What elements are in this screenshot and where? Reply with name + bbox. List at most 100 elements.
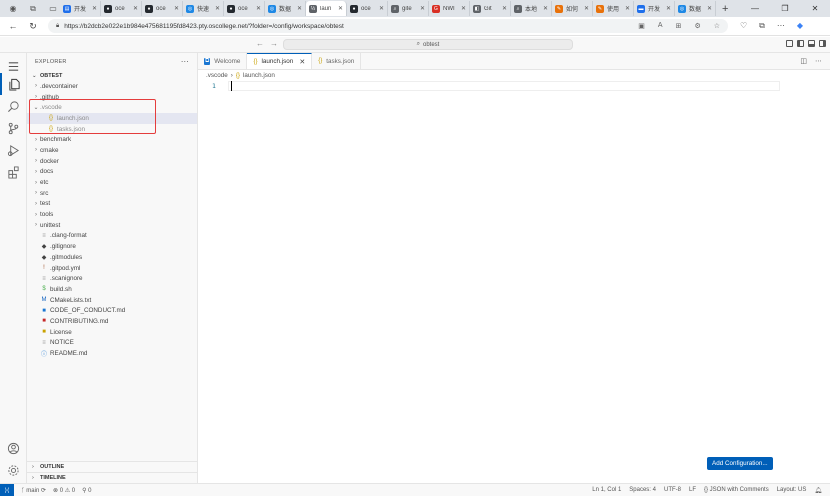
tree-item[interactable]: ■ CONTRIBUTING.md [27, 316, 197, 327]
accounts-icon[interactable] [0, 437, 27, 459]
tree-item[interactable]: › src [27, 188, 197, 199]
remote-icon[interactable]: ⟩⟨ [0, 483, 14, 496]
browser-tab[interactable]: ● oce ✕ [101, 1, 142, 16]
editor-area[interactable]: 1 [198, 80, 830, 483]
close-tab-icon[interactable]: ✕ [502, 5, 507, 12]
restore-icon[interactable]: ❐ [770, 0, 800, 17]
tree-item[interactable]: › docs [27, 167, 197, 178]
browser-essentials-icon[interactable]: ♡ [740, 21, 747, 31]
split-screen-icon[interactable]: ⊞ [676, 22, 682, 30]
tree-item[interactable]: ◆ .gitmodules [27, 252, 197, 263]
install-app-icon[interactable]: ▣ [638, 22, 645, 30]
ports-status[interactable]: ⚲ 0 [82, 487, 91, 494]
browser-tab[interactable]: ▬ 开发 ✕ [634, 1, 675, 16]
favorite-star-icon[interactable]: ☆ [714, 22, 720, 30]
tree-item[interactable]: ≡ NOTICE [27, 338, 197, 349]
close-tab-icon[interactable]: ✕ [133, 5, 138, 12]
tree-item[interactable]: › cmake [27, 145, 197, 156]
tree-item[interactable]: › .devcontainer [27, 81, 197, 92]
end-of-line[interactable]: LF [689, 487, 696, 494]
browser-tab[interactable]: ⌕ 本地 ✕ [511, 1, 552, 16]
read-aloud-icon[interactable]: A [658, 22, 663, 30]
extensions-view-icon[interactable] [0, 161, 27, 183]
tree-item[interactable]: › .github [27, 92, 197, 103]
problems-status[interactable]: ⊗ 0 ⚠ 0 [53, 487, 75, 494]
breadcrumb-folder[interactable]: .vscode [206, 72, 228, 79]
tree-item[interactable]: › test [27, 199, 197, 210]
browser-tab[interactable]: ● oce ✕ [224, 1, 265, 16]
tree-item[interactable]: $ build.sh [27, 284, 197, 295]
browser-tab[interactable]: ✎ 使用 ✕ [593, 1, 634, 16]
address-bar[interactable]: 🔒︎ https://b2dcb2e022e1b984e475681195fd8… [48, 19, 728, 33]
close-tab-icon[interactable]: ✕ [461, 5, 466, 12]
close-tab-icon[interactable]: ✕ [666, 5, 671, 12]
close-tab-icon[interactable]: ✕ [174, 5, 179, 12]
editor-tab[interactable]: {} launch.json ✕ [247, 53, 313, 69]
close-tab-icon[interactable]: ✕ [707, 5, 712, 12]
refresh-icon[interactable]: ↻ [26, 21, 40, 32]
explorer-icon[interactable] [0, 73, 27, 95]
editor-tab[interactable]: {} tasks.json [312, 53, 362, 69]
tree-item[interactable]: ⌄ .vscode [27, 102, 197, 113]
close-tab-icon[interactable]: ✕ [379, 5, 384, 12]
browser-tab[interactable]: ◧ Git ✕ [470, 1, 511, 16]
close-tab-icon[interactable]: ✕ [625, 5, 630, 12]
branch-status[interactable]: ᚴ main ⟳ [21, 487, 46, 494]
close-tab-icon[interactable]: ✕ [297, 5, 302, 12]
tree-item[interactable]: › unittest [27, 220, 197, 231]
copilot-icon[interactable]: ◆ [797, 21, 803, 31]
site-info-icon[interactable]: 🔒︎ [56, 23, 59, 30]
back-icon[interactable]: ← [6, 21, 20, 31]
browser-tab[interactable]: ✎ 如何 ✕ [552, 1, 593, 16]
tab-actions-icon[interactable]: ▭ [46, 2, 60, 16]
close-tab-icon[interactable]: ✕ [543, 5, 548, 12]
browser-tab[interactable]: ● oce ✕ [347, 1, 388, 16]
outline-section[interactable]: › OUTLINE [27, 461, 198, 472]
browser-tab[interactable]: ⌕ gite ✕ [388, 1, 429, 16]
new-tab-icon[interactable]: + [722, 3, 728, 15]
tree-item[interactable]: ≡ .clang-format [27, 231, 197, 242]
history-nav[interactable]: ←→ [256, 39, 284, 48]
close-tab-icon[interactable]: ✕ [420, 5, 425, 12]
toggle-primary-sidebar-icon[interactable] [797, 40, 804, 47]
browser-tab[interactable]: ◎ 快速 ✕ [183, 1, 224, 16]
encoding[interactable]: UTF-8 [664, 487, 681, 494]
manage-gear-icon[interactable] [0, 459, 27, 481]
source-control-icon[interactable] [0, 117, 27, 139]
tree-item[interactable]: {} tasks.json [27, 124, 197, 135]
close-tab-icon[interactable]: ✕ [92, 5, 97, 12]
notifications-bell-icon[interactable]: 🔔︎ [814, 487, 822, 494]
extensions-icon[interactable]: ⚙ [694, 22, 700, 30]
split-editor-icon[interactable]: ◫ [800, 57, 807, 65]
tree-item[interactable]: ■ CODE_OF_CONDUCT.md [27, 305, 197, 316]
cursor-position[interactable]: Ln 1, Col 1 [592, 487, 621, 494]
toggle-secondary-sidebar-icon[interactable] [819, 40, 826, 47]
close-tab-icon[interactable]: ✕ [215, 5, 220, 12]
indentation[interactable]: Spaces: 4 [629, 487, 656, 494]
browser-tab[interactable]: G NWI ✕ [429, 1, 470, 16]
tree-item[interactable]: › etc [27, 177, 197, 188]
editor-more-icon[interactable]: ⋯ [815, 57, 822, 65]
tree-item[interactable]: › tools [27, 209, 197, 220]
browser-tab[interactable]: ◎ 数据 ✕ [675, 1, 716, 16]
run-debug-icon[interactable] [0, 139, 27, 161]
more-menu-icon[interactable]: ⋯ [777, 21, 785, 31]
tree-item[interactable]: {} launch.json [27, 113, 197, 124]
tree-item[interactable]: ■ License [27, 327, 197, 338]
tree-item[interactable]: M CMakeLists.txt [27, 295, 197, 306]
browser-tab[interactable]: ▤ 开发 ✕ [60, 1, 101, 16]
search-view-icon[interactable] [0, 95, 27, 117]
add-configuration-button[interactable]: Add Configuration... [707, 457, 773, 470]
more-actions-icon[interactable]: ⋯ [181, 57, 189, 66]
tree-item[interactable]: ≡ .scanignore [27, 273, 197, 284]
close-tab-icon[interactable]: ✕ [256, 5, 261, 12]
language-mode[interactable]: {} JSON with Comments [704, 487, 769, 494]
close-tab-icon[interactable]: ✕ [338, 5, 343, 12]
workspaces-icon[interactable]: ⧉ [26, 2, 40, 16]
collections-icon[interactable]: ⧉ [759, 21, 765, 31]
customize-layout-icon[interactable] [786, 40, 793, 47]
close-window-icon[interactable]: ✕ [800, 0, 830, 17]
profile-icon[interactable]: ◉ [6, 2, 20, 16]
editor-tab[interactable]: ⧉ Welcome [198, 53, 248, 69]
timeline-section[interactable]: › TIMELINE [27, 472, 198, 483]
